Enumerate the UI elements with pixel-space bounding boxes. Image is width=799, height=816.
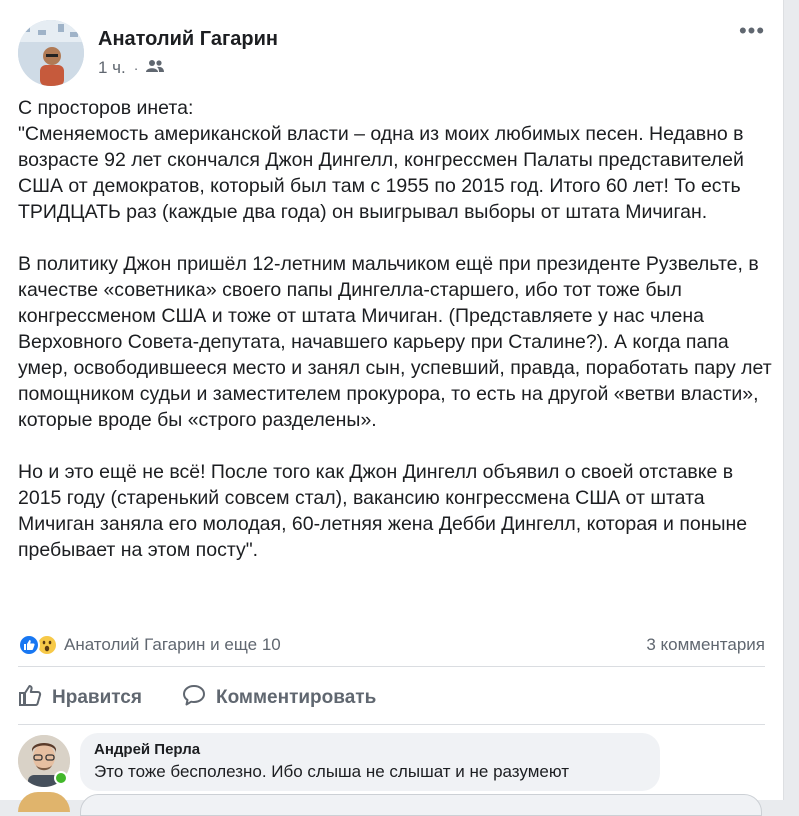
post-paragraph: С просторов инета: "Сменяемость американ… <box>18 97 744 223</box>
post-meta: 1 ч. · <box>98 58 165 78</box>
friends-icon[interactable] <box>146 58 165 78</box>
commenter-name[interactable]: Андрей Перла <box>94 741 646 758</box>
comment-label: Комментировать <box>215 687 377 708</box>
more-options-icon[interactable]: ••• <box>737 20 767 46</box>
reactions-summary[interactable]: Анатолий Гагарин и еще 10 <box>18 634 281 656</box>
like-button[interactable]: Нравится <box>18 684 142 712</box>
thumbs-up-icon <box>18 684 42 712</box>
reactions-bar: Анатолий Гагарин и еще 10 3 комментария <box>18 630 765 660</box>
author-avatar[interactable] <box>18 20 84 86</box>
post-card: Анатолий Гагарин 1 ч. · ••• С просторов … <box>0 0 784 816</box>
comment-bubble: Андрей Перла Это тоже бесполезно. Ибо сл… <box>80 733 660 791</box>
next-commenter-avatar[interactable] <box>18 792 70 812</box>
comment-icon <box>182 684 206 712</box>
post-paragraph: Но и это ещё не всё! После того как Джон… <box>18 461 748 561</box>
online-status-icon <box>54 771 68 785</box>
reaction-icons <box>18 634 58 656</box>
like-icon <box>18 634 40 656</box>
like-label: Нравится <box>52 687 142 708</box>
post-text: С просторов инета: "Сменяемость американ… <box>18 95 778 589</box>
reactions-text[interactable]: Анатолий Гагарин и еще 10 <box>64 635 281 655</box>
post-header: Анатолий Гагарин 1 ч. · ••• <box>18 20 767 90</box>
comment-input[interactable] <box>80 794 762 816</box>
post-actions: Нравится Комментировать <box>18 678 765 718</box>
comment-text: Это тоже бесполезно. Ибо слыша не слышат… <box>94 762 570 781</box>
separator-dot: · <box>133 60 139 76</box>
divider <box>18 666 765 667</box>
comments-count[interactable]: 3 комментария <box>646 635 765 655</box>
comment-item: Андрей Перла Это тоже бесполезно. Ибо сл… <box>18 733 778 791</box>
divider <box>18 724 765 725</box>
comment-button[interactable]: Комментировать <box>182 684 376 712</box>
author-name[interactable]: Анатолий Гагарин <box>98 28 278 51</box>
post-time[interactable]: 1 ч. <box>98 58 126 78</box>
post-paragraph: В политику Джон пришёл 12-летним мальчик… <box>18 253 772 431</box>
